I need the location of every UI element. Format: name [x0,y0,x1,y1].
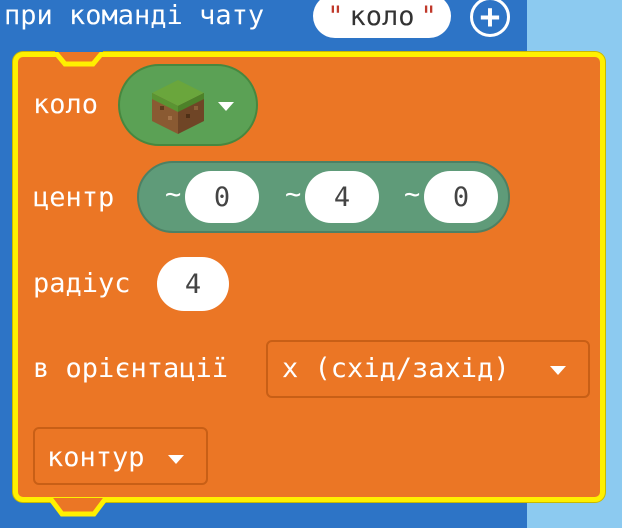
shape-label: коло [33,89,99,120]
hat-label: при команді чату [4,0,265,31]
position-input[interactable]: ~ 0 ~ 4 ~ 0 [137,161,510,233]
center-z-input[interactable]: 0 [424,171,498,223]
block-notch-bottom [48,498,108,517]
relative-x-tilde: ~ [165,179,182,210]
center-label: центр [33,182,115,213]
quote-close: " [420,0,437,32]
orientation-value: x (схід/захід) [282,353,510,384]
radius-input[interactable]: 4 [157,257,229,311]
chevron-down-icon [550,366,566,375]
relative-z-tilde: ~ [404,179,421,210]
grass-block-icon [152,80,204,134]
chevron-down-icon [218,102,234,111]
orientation-label: в орієнтації [33,353,229,384]
chevron-down-icon [168,455,184,464]
orientation-dropdown[interactable]: x (схід/захід) [266,340,590,398]
command-string-input[interactable]: " коло " [313,0,451,38]
radius-label: радіус [33,268,131,299]
plus-circle-icon[interactable]: + [470,0,510,37]
relative-y-tilde: ~ [285,179,302,210]
center-y-input[interactable]: 4 [305,171,379,223]
center-x-input[interactable]: 0 [185,171,259,223]
command-string-value: коло [349,0,415,32]
fill-mode-dropdown[interactable]: контур [33,427,208,485]
block-type-dropdown[interactable] [118,64,258,146]
quote-open: " [327,0,344,32]
block-notch-top [55,48,103,67]
fill-mode-value: контур [47,442,145,473]
